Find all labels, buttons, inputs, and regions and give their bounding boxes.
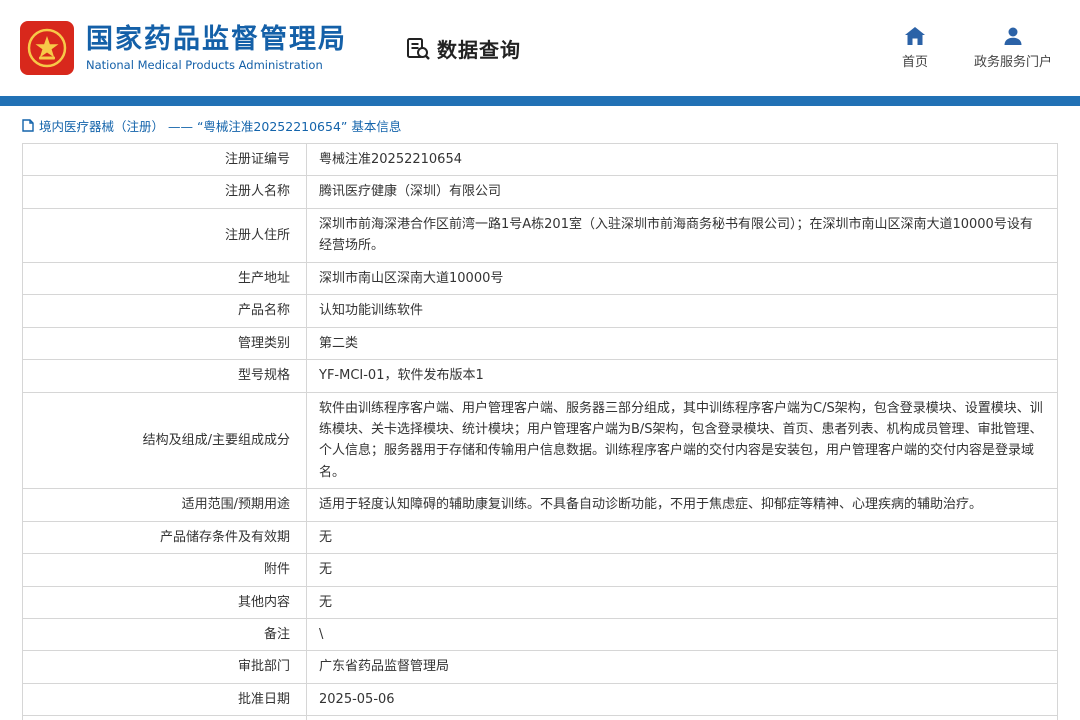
row-label: 生产地址 [23, 262, 307, 294]
row-value: 无 [307, 521, 1058, 553]
row-label: 注册证编号 [23, 144, 307, 176]
info-table-body: 注册证编号粤械注准20252210654注册人名称腾讯医疗健康（深圳）有限公司注… [23, 144, 1058, 720]
brand-text: 国家药品监督管理局 National Medical Products Admi… [86, 24, 347, 72]
table-row: 型号规格YF-MCI-01，软件发布版本1 [23, 360, 1058, 392]
table-row: 其他内容无 [23, 586, 1058, 618]
row-value: 无 [307, 586, 1058, 618]
row-label: 批准日期 [23, 683, 307, 715]
row-label: 适用范围/预期用途 [23, 489, 307, 521]
nav-portal-label: 政务服务门户 [974, 51, 1052, 70]
table-row: 备注\ [23, 619, 1058, 651]
page-header: 国家药品监督管理局 National Medical Products Admi… [0, 0, 1080, 96]
table-row: 审批部门广东省药品监督管理局 [23, 651, 1058, 683]
table-row: 结构及组成/主要组成成分软件由训练程序客户端、用户管理客户端、服务器三部分组成，… [23, 392, 1058, 489]
table-row: 注册人住所深圳市前海深港合作区前湾一路1号A栋201室（入驻深圳市前海商务秘书有… [23, 208, 1058, 262]
table-row: 适用范围/预期用途适用于轻度认知障碍的辅助康复训练。不具备自动诊断功能，不用于焦… [23, 489, 1058, 521]
org-name: 国家药品监督管理局 [86, 24, 347, 55]
nav-home[interactable]: 首页 [902, 26, 928, 70]
home-icon [904, 26, 926, 46]
document-icon [22, 119, 34, 132]
row-value: 粤械注准20252210654 [307, 144, 1058, 176]
row-label: 管理类别 [23, 327, 307, 359]
data-query-icon [405, 35, 431, 61]
row-value: 2025-05-06 [307, 683, 1058, 715]
nav-home-label: 首页 [902, 51, 928, 70]
table-row: 产品名称认知功能训练软件 [23, 295, 1058, 327]
section-title: 数据查询 [437, 34, 521, 63]
table-row: 批准日期2025-05-06 [23, 683, 1058, 715]
table-row: 产品储存条件及有效期无 [23, 521, 1058, 553]
row-label: 注册人住所 [23, 208, 307, 262]
table-row: 附件无 [23, 554, 1058, 586]
nav-portal[interactable]: 政务服务门户 [974, 26, 1052, 70]
org-name-en: National Medical Products Administration [86, 59, 347, 72]
table-row: 生效日期2025-05-06 [23, 716, 1058, 720]
table-row: 注册证编号粤械注准20252210654 [23, 144, 1058, 176]
info-table: 注册证编号粤械注准20252210654注册人名称腾讯医疗健康（深圳）有限公司注… [22, 143, 1058, 720]
table-row: 生产地址深圳市南山区深南大道10000号 [23, 262, 1058, 294]
row-value: 无 [307, 554, 1058, 586]
data-query-section: 数据查询 [405, 34, 521, 63]
row-label: 其他内容 [23, 586, 307, 618]
row-value: \ [307, 619, 1058, 651]
row-label: 生效日期 [23, 716, 307, 720]
national-emblem-logo [20, 21, 74, 75]
table-row: 管理类别第二类 [23, 327, 1058, 359]
row-label: 注册人名称 [23, 176, 307, 208]
row-label: 型号规格 [23, 360, 307, 392]
table-row: 注册人名称腾讯医疗健康（深圳）有限公司 [23, 176, 1058, 208]
info-table-wrap: 注册证编号粤械注准20252210654注册人名称腾讯医疗健康（深圳）有限公司注… [22, 143, 1058, 720]
person-icon [1002, 26, 1024, 46]
row-label: 备注 [23, 619, 307, 651]
row-label: 结构及组成/主要组成成分 [23, 392, 307, 489]
row-value: 2025-05-06 [307, 716, 1058, 720]
row-value: 深圳市南山区深南大道10000号 [307, 262, 1058, 294]
row-value: 适用于轻度认知障碍的辅助康复训练。不具备自动诊断功能，不用于焦虑症、抑郁症等精神… [307, 489, 1058, 521]
header-nav: 首页 政务服务门户 [902, 26, 1052, 70]
row-label: 产品储存条件及有效期 [23, 521, 307, 553]
breadcrumb[interactable]: 境内医疗器械（注册） —— “粤械注准20252210654” 基本信息 [22, 116, 1058, 135]
top-blue-bar [0, 96, 1080, 106]
row-value: 广东省药品监督管理局 [307, 651, 1058, 683]
row-label: 审批部门 [23, 651, 307, 683]
row-value: 第二类 [307, 327, 1058, 359]
row-value: 深圳市前海深港合作区前湾一路1号A栋201室（入驻深圳市前海商务秘书有限公司）；… [307, 208, 1058, 262]
breadcrumb-text: 境内医疗器械（注册） —— “粤械注准20252210654” 基本信息 [39, 116, 401, 135]
row-value: 认知功能训练软件 [307, 295, 1058, 327]
row-value: 软件由训练程序客户端、用户管理客户端、服务器三部分组成，其中训练程序客户端为C/… [307, 392, 1058, 489]
row-value: YF-MCI-01，软件发布版本1 [307, 360, 1058, 392]
row-label: 产品名称 [23, 295, 307, 327]
brand[interactable]: 国家药品监督管理局 National Medical Products Admi… [20, 21, 347, 75]
row-value: 腾讯医疗健康（深圳）有限公司 [307, 176, 1058, 208]
row-label: 附件 [23, 554, 307, 586]
